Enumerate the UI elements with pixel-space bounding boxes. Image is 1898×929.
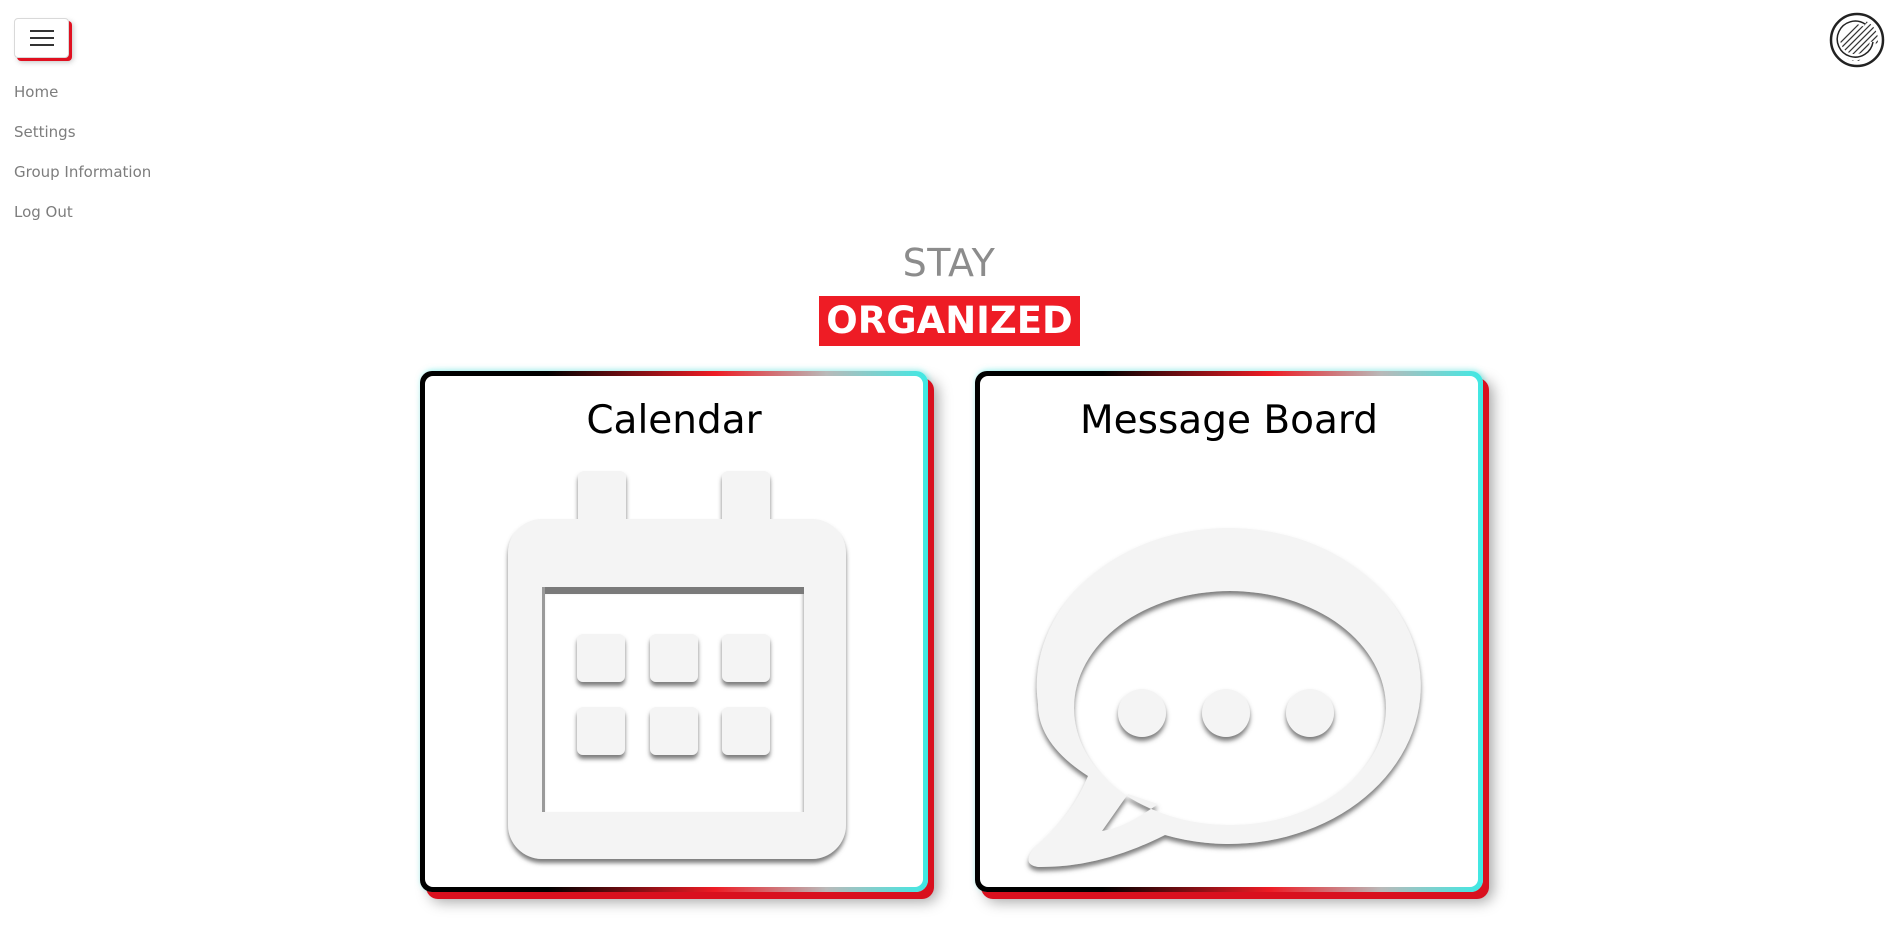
calendar-icon <box>508 471 846 859</box>
hero-organized-badge: ORGANIZED <box>819 296 1080 346</box>
hamburger-menu-icon <box>29 30 54 46</box>
nav-item-log-out[interactable]: Log Out <box>14 200 151 240</box>
chat-bubble-icon <box>1028 527 1421 868</box>
message-board-card-body: Message Board <box>980 376 1478 887</box>
calendar-card-body: Calendar <box>425 376 923 887</box>
nav-item-home[interactable]: Home <box>14 80 151 120</box>
menu-toggle-button[interactable] <box>14 18 69 58</box>
nav-item-group-information[interactable]: Group Information <box>14 160 151 200</box>
circle-logo-icon[interactable] <box>1829 12 1885 68</box>
nav-item-settings[interactable]: Settings <box>14 120 151 160</box>
message-board-card[interactable]: Message Board <box>975 371 1483 892</box>
calendar-card[interactable]: Calendar <box>420 371 928 892</box>
hero-stay-text: STAY <box>902 241 996 285</box>
side-nav: Home Settings Group Information Log Out <box>14 80 151 240</box>
